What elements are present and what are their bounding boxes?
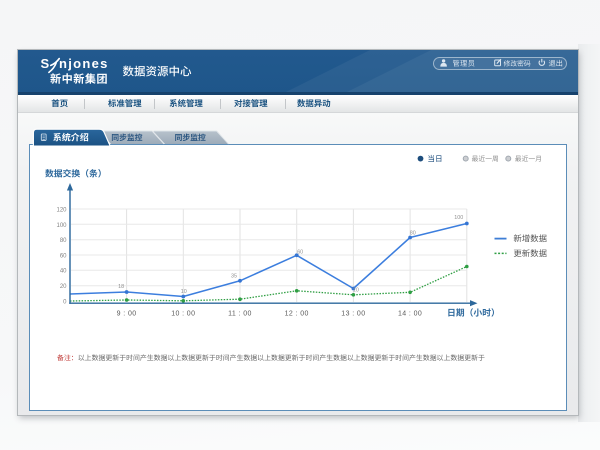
svg-text:100: 100 <box>56 223 67 229</box>
svg-text:20: 20 <box>60 284 67 290</box>
svg-text:35: 35 <box>231 273 237 279</box>
svg-text:80: 80 <box>410 230 416 236</box>
svg-text:11 : 00: 11 : 00 <box>228 311 252 318</box>
svg-text:12 : 00: 12 : 00 <box>285 311 309 318</box>
svg-text:10: 10 <box>353 288 359 294</box>
svg-text:60: 60 <box>297 249 303 255</box>
svg-text:10: 10 <box>181 289 187 295</box>
svg-text:40: 40 <box>60 269 67 275</box>
svg-text:100: 100 <box>454 215 463 221</box>
svg-text:10 : 00: 10 : 00 <box>171 311 195 318</box>
svg-text:18: 18 <box>118 284 124 290</box>
svg-text:14 : 00: 14 : 00 <box>398 311 422 318</box>
svg-text:120: 120 <box>56 207 67 213</box>
svg-text:13 : 00: 13 : 00 <box>341 311 365 318</box>
svg-text:9 : 00: 9 : 00 <box>117 311 137 318</box>
svg-text:60: 60 <box>60 253 67 259</box>
svg-text:80: 80 <box>60 238 67 244</box>
svg-text:0: 0 <box>63 299 67 305</box>
